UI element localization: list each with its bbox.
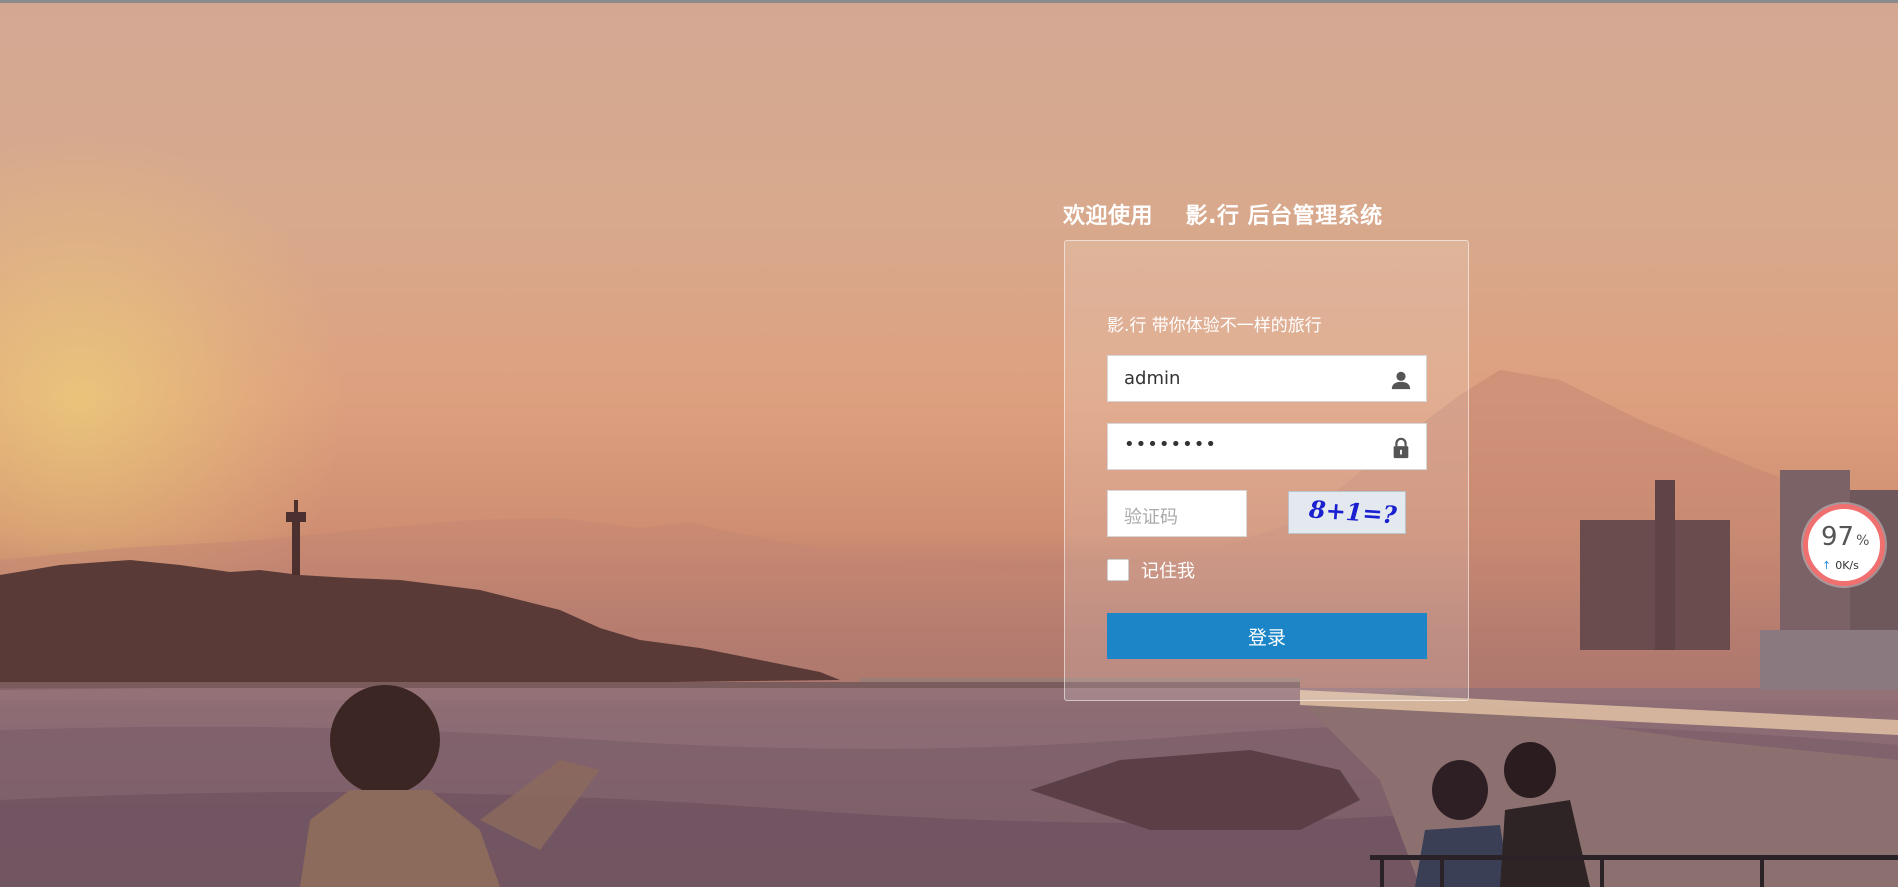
captcha-text: 8+1=? bbox=[1307, 494, 1398, 529]
password-input[interactable]: •••••••• bbox=[1107, 423, 1427, 470]
widget-percent: 97% bbox=[1821, 522, 1869, 552]
remember-me[interactable]: 记住我 bbox=[1107, 557, 1195, 583]
login-button[interactable]: 登录 bbox=[1107, 613, 1427, 659]
user-icon bbox=[1391, 371, 1411, 390]
widget-speed: ↑ 0K/s bbox=[1822, 559, 1859, 572]
username-input[interactable]: admin bbox=[1107, 355, 1427, 402]
page-title: 欢迎使用 影.行 后台管理系统 bbox=[1063, 204, 1383, 229]
remember-label: 记住我 bbox=[1141, 561, 1195, 582]
username-value: admin bbox=[1124, 368, 1181, 389]
lock-icon bbox=[1393, 437, 1409, 459]
captcha-placeholder: 验证码 bbox=[1124, 507, 1178, 528]
captcha-image[interactable]: 8+1=? bbox=[1288, 491, 1406, 534]
network-speed-widget[interactable]: 97% ↑ 0K/s bbox=[1803, 504, 1885, 586]
widget-percent-sign: % bbox=[1856, 533, 1870, 549]
captcha-input[interactable]: 验证码 bbox=[1107, 490, 1247, 537]
background-photo bbox=[0, 0, 1898, 887]
remember-checkbox[interactable] bbox=[1107, 559, 1129, 581]
widget-percent-value: 97 bbox=[1821, 522, 1855, 552]
widget-speed-value: 0K/s bbox=[1835, 559, 1859, 572]
login-tagline: 影.行 带你体验不一样的旅行 bbox=[1107, 316, 1322, 336]
password-value: •••••••• bbox=[1124, 434, 1217, 455]
upload-arrow-icon: ↑ bbox=[1822, 559, 1832, 572]
captcha-graphic: 8+1=? bbox=[1307, 494, 1398, 529]
login-panel: 影.行 带你体验不一样的旅行 admin •••••••• 验证码 8+1=? … bbox=[1064, 240, 1469, 701]
